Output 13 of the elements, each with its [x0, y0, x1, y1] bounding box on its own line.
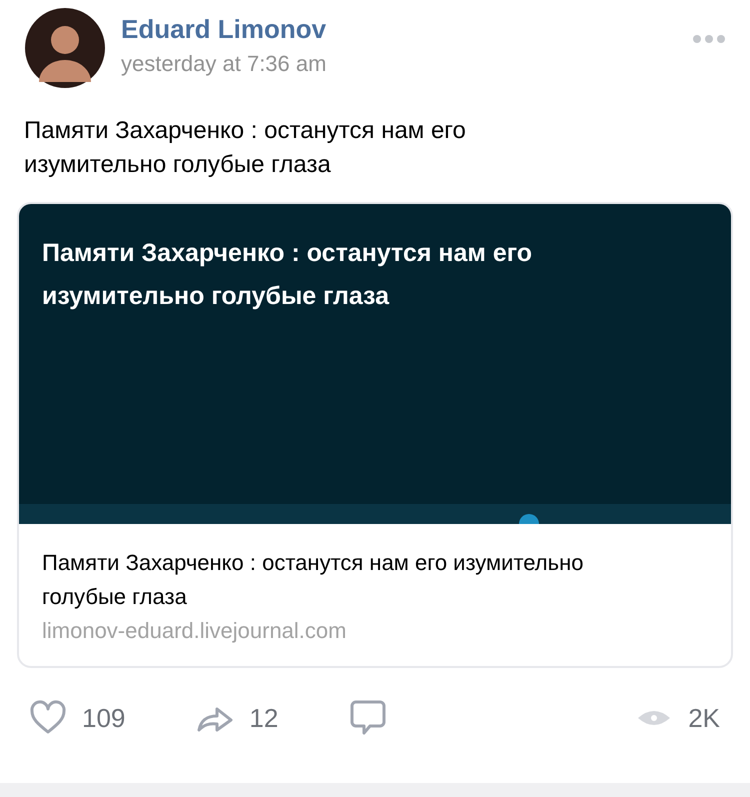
- link-domain: limonov-eduard.livejournal.com: [42, 618, 348, 644]
- like-button[interactable]: 109: [28, 698, 126, 738]
- avatar[interactable]: [25, 8, 105, 88]
- banner-headline: Памяти Захарченко : останутся нам его изумительно голубые глаза: [41, 238, 534, 312]
- more-icon[interactable]: [692, 34, 726, 44]
- share-button[interactable]: 12: [195, 698, 278, 738]
- post-time: yesterday at 7:36 am: [121, 50, 328, 76]
- link-card[interactable]: Памяти Захарченко : останутся нам его изумительно голубые глаза Памяти Захарченко : останутся нам его изумительно голубые глаза limonov-eduard.livejournal.com: [17, 202, 733, 668]
- logo-icon: [517, 512, 541, 524]
- post-text: Памяти Захарченко : останутся нам его изумительно голубые глаза: [24, 116, 467, 180]
- views-button[interactable]: 2K: [634, 698, 720, 738]
- link-title: Памяти Захарченко : останутся нам его изумительно голубые глаза: [42, 549, 584, 611]
- author-name[interactable]: Eduard Limonov: [121, 14, 676, 44]
